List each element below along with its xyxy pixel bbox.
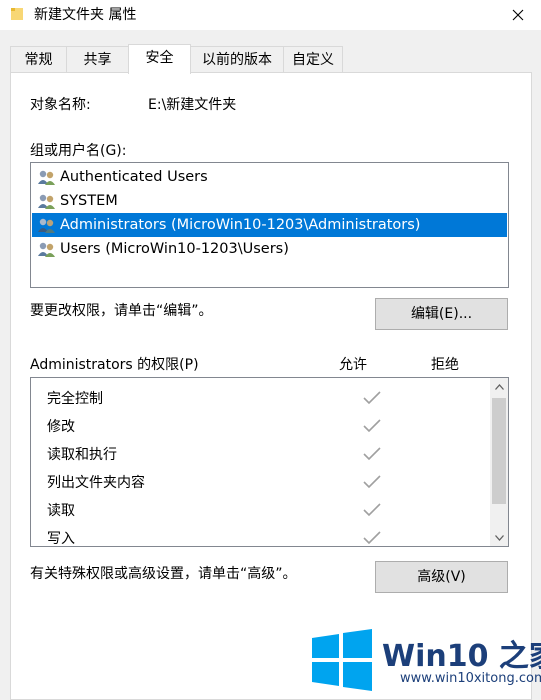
group-user-list[interactable]: Authenticated Users SYSTEM Administrator…	[30, 162, 509, 288]
chevron-up-icon	[494, 383, 504, 390]
permission-name: 读取和执行	[47, 447, 117, 463]
users-icon	[38, 242, 55, 257]
chevron-down-icon	[494, 534, 504, 541]
list-item-label: SYSTEM	[60, 193, 118, 209]
table-row: 完全控制	[47, 383, 487, 411]
scrollbar[interactable]	[490, 378, 508, 546]
check-icon	[363, 419, 381, 433]
folder-icon	[11, 8, 23, 20]
users-icon	[38, 170, 55, 185]
tab-security[interactable]: 安全	[128, 44, 191, 74]
tab-strip: 常规 共享 安全 以前的版本 自定义	[0, 44, 541, 74]
tab-general[interactable]: 常规	[10, 46, 67, 73]
tab-sharing[interactable]: 共享	[66, 46, 129, 73]
windows-logo-icon	[312, 629, 372, 691]
permission-name: 写入	[47, 531, 75, 547]
deny-header: 拒绝	[431, 357, 459, 373]
watermark: Win10 之家 www.win10xitong.com	[302, 622, 541, 700]
scroll-up-button[interactable]	[490, 378, 508, 395]
allow-header: 允许	[339, 357, 367, 373]
window-title: 新建文件夹 属性	[34, 7, 137, 23]
permissions-label: Administrators 的权限(P)	[30, 357, 199, 373]
permission-name: 列出文件夹内容	[47, 475, 145, 491]
title-bar: 新建文件夹 属性	[0, 0, 541, 30]
check-icon	[363, 475, 381, 489]
list-item[interactable]: SYSTEM	[32, 189, 507, 213]
users-icon	[38, 218, 55, 233]
list-item-label: Authenticated Users	[60, 169, 208, 185]
table-row: 列出文件夹内容	[47, 467, 487, 495]
list-item[interactable]: Users (MicroWin10-1203\Users)	[32, 237, 507, 261]
scroll-thumb[interactable]	[492, 398, 506, 504]
object-name-value: E:\新建文件夹	[148, 97, 237, 113]
list-item-label: Users (MicroWin10-1203\Users)	[60, 241, 289, 257]
table-row: 写入	[47, 523, 487, 547]
watermark-brand: Win10 之家	[382, 639, 541, 674]
edit-button[interactable]: 编辑(E)...	[375, 298, 508, 330]
edit-hint: 要更改权限，请单击“编辑”。	[30, 303, 213, 319]
check-icon	[363, 391, 381, 405]
check-icon	[363, 531, 381, 545]
close-button[interactable]	[495, 0, 541, 30]
list-item[interactable]: Authenticated Users	[32, 165, 507, 189]
scroll-down-button[interactable]	[490, 529, 508, 546]
list-item-label: Administrators (MicroWin10-1203\Administ…	[60, 217, 421, 233]
users-icon	[38, 194, 55, 209]
table-row: 读取	[47, 495, 487, 523]
check-icon	[363, 503, 381, 517]
permissions-list[interactable]: 完全控制 修改 读取和执行 列出文件夹内容 读取 写入	[30, 377, 509, 547]
advanced-button[interactable]: 高级(V)	[375, 561, 508, 593]
table-row: 读取和执行	[47, 439, 487, 467]
object-name-label: 对象名称:	[30, 97, 91, 113]
check-icon	[363, 447, 381, 461]
tab-previous-versions[interactable]: 以前的版本	[190, 46, 284, 73]
permission-name: 修改	[47, 419, 75, 435]
groups-label: 组或用户名(G):	[30, 143, 127, 159]
tab-customize[interactable]: 自定义	[283, 46, 343, 73]
list-item-selected[interactable]: Administrators (MicroWin10-1203\Administ…	[32, 213, 507, 237]
watermark-site: www.win10xitong.com	[400, 671, 541, 686]
permission-name: 读取	[47, 503, 75, 519]
table-row: 修改	[47, 411, 487, 439]
close-icon	[512, 9, 524, 21]
advanced-hint: 有关特殊权限或高级设置，请单击“高级”。	[30, 566, 297, 582]
permission-name: 完全控制	[47, 391, 103, 407]
